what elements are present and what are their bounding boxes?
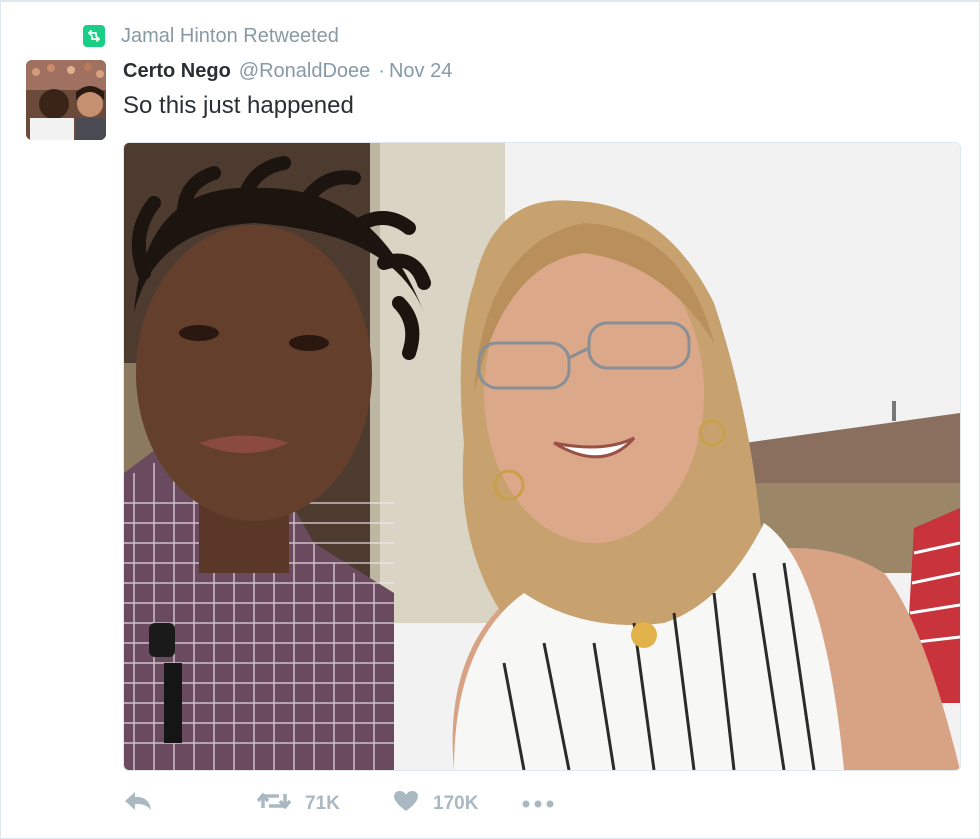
retweet-context[interactable]: Jamal Hinton Retweeted bbox=[83, 24, 339, 48]
timestamp[interactable]: Nov 24 bbox=[389, 60, 452, 83]
more-button[interactable] bbox=[521, 788, 555, 820]
separator: · bbox=[378, 60, 385, 82]
like-count: 170K bbox=[433, 793, 479, 814]
handle[interactable]: @RonaldDoee bbox=[239, 60, 371, 83]
tweet-actions: 71K 170K bbox=[123, 788, 623, 820]
retweet-button[interactable]: 71K bbox=[256, 788, 340, 820]
tweet-header: Certo Nego @RonaldDoee · Nov 24 bbox=[123, 60, 452, 86]
retweet-icon bbox=[83, 25, 105, 47]
like-button[interactable]: 170K bbox=[393, 788, 478, 820]
heart-icon bbox=[393, 790, 419, 818]
retweet-context-text: Jamal Hinton Retweeted bbox=[121, 24, 339, 47]
retweet-action-icon bbox=[256, 790, 292, 818]
reply-button[interactable] bbox=[123, 788, 153, 820]
reply-icon bbox=[123, 790, 153, 818]
tweet-photo[interactable] bbox=[123, 142, 961, 771]
avatar[interactable] bbox=[26, 60, 106, 140]
more-icon bbox=[521, 793, 555, 815]
tweet-text: So this just happened bbox=[123, 92, 354, 119]
display-name[interactable]: Certo Nego bbox=[123, 60, 231, 83]
retweet-count: 71K bbox=[305, 793, 340, 814]
tweet-card: Jamal Hinton Retweeted Certo Nego @Ronal… bbox=[0, 0, 980, 839]
